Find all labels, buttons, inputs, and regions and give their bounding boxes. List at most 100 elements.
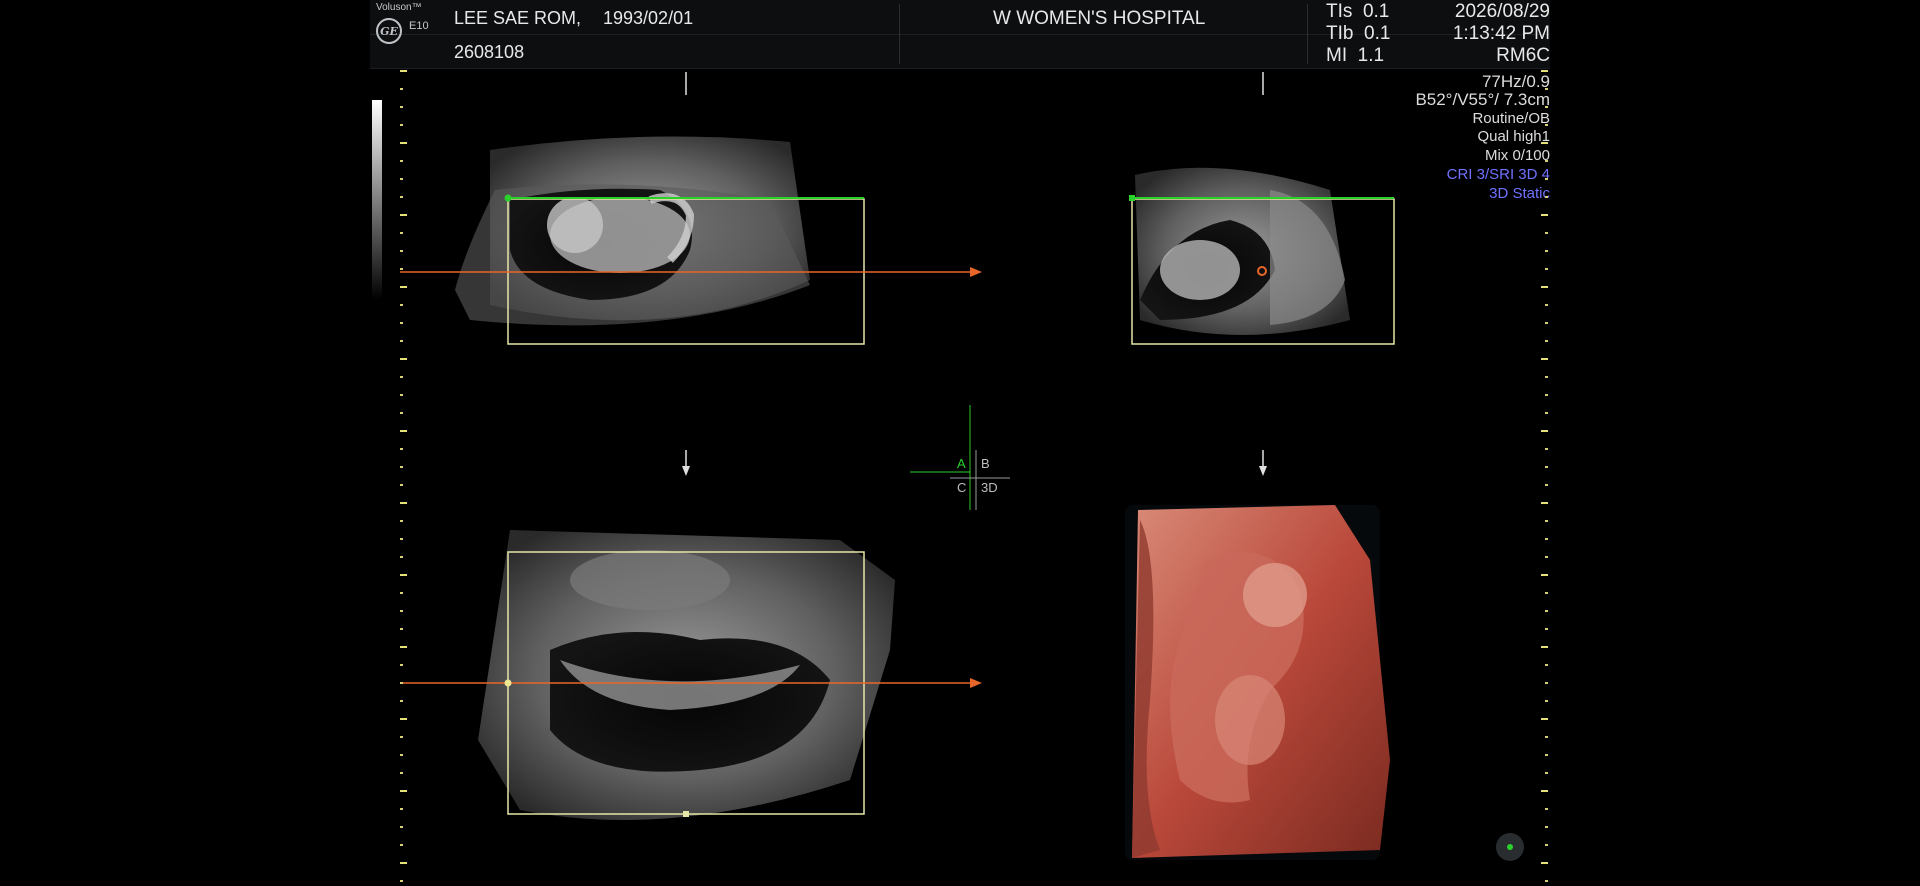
scale-tick: [400, 484, 403, 486]
scale-tick: [1541, 646, 1548, 648]
scale-tick: [1545, 394, 1548, 396]
scale-tick: [1545, 178, 1548, 180]
scale-tick: [1545, 610, 1548, 612]
quad-label-3d: 3D: [981, 480, 998, 495]
scale-tick: [400, 538, 403, 540]
scale-tick: [400, 880, 403, 882]
scale-tick: [400, 430, 407, 432]
scale-tick: [400, 808, 403, 810]
scale-tick: [1545, 340, 1548, 342]
scale-tick: [400, 70, 407, 72]
scale-tick: [1545, 448, 1548, 450]
scale-tick: [1541, 574, 1548, 576]
arrow-right-icon: [970, 267, 982, 277]
quadrant-c-image: [478, 530, 895, 820]
scale-tick: [400, 700, 403, 702]
scale-tick: [400, 736, 403, 738]
line-handle: [683, 811, 689, 817]
scale-tick: [400, 628, 403, 630]
scale-tick: [1545, 736, 1548, 738]
scale-tick: [1545, 106, 1548, 108]
scale-tick: [1545, 88, 1548, 90]
scale-tick: [400, 718, 407, 720]
quad-label-b: B: [981, 456, 990, 471]
scale-tick: [1541, 70, 1548, 72]
scale-tick: [1545, 322, 1548, 324]
fetus-head: [547, 197, 603, 253]
arrow-down-icon: [1259, 466, 1267, 476]
scale-tick: [400, 160, 403, 162]
quadrant-b-image: [1135, 167, 1350, 335]
arrow-down-icon: [682, 466, 690, 476]
scale-tick: [1541, 718, 1548, 720]
scale-tick: [400, 664, 403, 666]
scale-tick: [1545, 664, 1548, 666]
scale-tick: [1545, 268, 1548, 270]
scale-tick: [1545, 538, 1548, 540]
ultrasound-screen: Voluson™ GE E10 LEE SAE ROM, 1993/02/01 …: [370, 0, 1550, 886]
scale-tick: [1545, 556, 1548, 558]
scale-tick: [400, 772, 403, 774]
scale-tick: [400, 358, 407, 360]
scale-tick: [400, 232, 403, 234]
scale-tick: [400, 322, 403, 324]
scale-tick: [400, 790, 407, 792]
scale-tick: [400, 88, 403, 90]
scale-tick: [1545, 880, 1548, 882]
scale-tick: [400, 466, 403, 468]
scale-tick: [1541, 214, 1548, 216]
scale-tick: [1545, 844, 1548, 846]
scale-tick: [400, 862, 407, 864]
scale-tick: [400, 646, 407, 648]
scale-tick: [400, 376, 403, 378]
scale-tick: [1541, 502, 1548, 504]
scale-tick: [1545, 412, 1548, 414]
scale-tick: [400, 412, 403, 414]
scale-tick: [1545, 754, 1548, 756]
scale-tick: [1545, 826, 1548, 828]
line-handle: [1129, 195, 1135, 201]
scale-tick: [1545, 250, 1548, 252]
scale-tick: [1541, 358, 1548, 360]
scale-tick: [1545, 628, 1548, 630]
scale-tick: [400, 214, 407, 216]
scale-tick: [400, 574, 407, 576]
fetus-section: [1160, 240, 1240, 300]
scale-tick: [1545, 808, 1548, 810]
scale-tick: [1541, 142, 1548, 144]
scale-tick: [1545, 232, 1548, 234]
scale-tick: [400, 142, 407, 144]
scale-tick: [400, 124, 403, 126]
scale-tick: [400, 556, 403, 558]
quad-label-a: A: [957, 456, 966, 471]
line-handle: [504, 679, 512, 687]
scale-tick: [1541, 790, 1548, 792]
scale-tick: [400, 178, 403, 180]
scale-tick: [400, 340, 403, 342]
scale-tick: [1541, 430, 1548, 432]
scale-tick: [400, 520, 403, 522]
scale-tick: [1545, 466, 1548, 468]
scale-tick: [1545, 520, 1548, 522]
scale-tick: [1545, 304, 1548, 306]
scale-tick: [1545, 592, 1548, 594]
scale-tick: [400, 304, 403, 306]
scale-tick: [1545, 124, 1548, 126]
scale-tick: [1545, 682, 1548, 684]
scale-tick: [1541, 862, 1548, 864]
scale-tick: [1545, 772, 1548, 774]
scale-tick: [400, 610, 403, 612]
scale-tick: [400, 844, 403, 846]
scale-tick: [400, 394, 403, 396]
scale-tick: [1545, 196, 1548, 198]
scale-tick: [400, 448, 403, 450]
scale-tick: [400, 826, 403, 828]
scale-tick: [400, 196, 403, 198]
scale-tick: [400, 286, 407, 288]
scale-tick: [400, 250, 403, 252]
image-canvas: [400, 72, 1524, 861]
scale-tick: [1541, 286, 1548, 288]
arrow-right-icon: [970, 678, 982, 688]
scale-tick: [400, 268, 403, 270]
scale-tick: [1545, 160, 1548, 162]
